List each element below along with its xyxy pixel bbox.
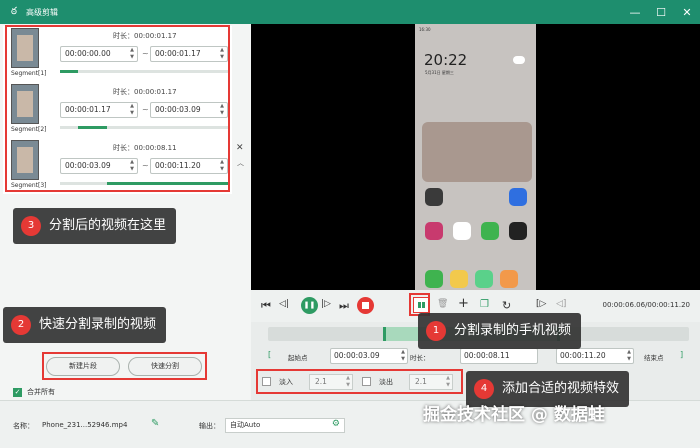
gear-icon[interactable]: ⚙ — [332, 418, 340, 431]
callout-number: 3 — [21, 216, 41, 236]
callout-1: 1 分割录制的手机视频 — [418, 313, 582, 349]
app-icon — [509, 188, 527, 206]
highlight-split-buttons — [42, 352, 207, 380]
add-icon[interactable]: + — [458, 296, 469, 311]
delete-icon[interactable]: 🗑 — [437, 299, 448, 309]
mark-in-icon[interactable]: [▷ — [536, 299, 546, 309]
scroll-up-icon[interactable]: ︿ — [237, 158, 244, 168]
pause-button[interactable]: ❚❚ — [301, 297, 318, 314]
callout-text: 分割后的视频在这里 — [49, 218, 167, 233]
edit-pencil-icon[interactable]: ✎ — [151, 418, 159, 429]
checkbox-checked-icon[interactable]: ✓ — [13, 387, 22, 397]
duration-field[interactable]: 00:00:08.11 — [460, 348, 538, 364]
callout-number: 1 — [426, 321, 446, 341]
callout-text: 添加合适的视频特效 — [502, 381, 620, 396]
start-bracket-icon[interactable]: [ — [268, 350, 271, 359]
end-bracket-icon[interactable]: ] — [680, 350, 683, 359]
app-icon — [500, 270, 518, 288]
start-time-field[interactable]: 00:00:03.09 ▲ ▼ — [330, 348, 408, 364]
highlight-fade-controls — [256, 369, 463, 394]
callout-number: 4 — [474, 379, 494, 399]
minimize-button[interactable]: — — [622, 0, 648, 24]
stop-record-button[interactable] — [357, 297, 374, 314]
end-label: 结束点 — [644, 354, 664, 362]
phone-widget — [422, 122, 532, 182]
app-icon — [425, 222, 443, 240]
phone-icon — [425, 270, 443, 288]
phone-statusbar: 16:30 — [419, 27, 431, 32]
step-forward-icon[interactable]: |▷ — [321, 299, 331, 309]
output-label: 输出： — [199, 422, 220, 430]
video-preview[interactable]: 16:30 20:22 5月31日 星期三 — [251, 24, 700, 290]
phone-date: 5月31日 星期三 — [425, 70, 454, 75]
callout-text: 分割录制的手机视频 — [454, 323, 572, 338]
app-icon — [425, 188, 443, 206]
app-icon — [481, 222, 499, 240]
callout-3: 3 分割后的视频在这里 — [13, 208, 177, 244]
mark-out-icon[interactable]: ◁] — [556, 299, 566, 309]
skip-start-icon[interactable]: ⏮ — [261, 299, 271, 313]
watermark: 掘金技术社区 @ 数据蛙 — [423, 405, 605, 425]
merge-all-checkbox[interactable]: ✓ 合并所有 — [13, 387, 55, 397]
trim-times-row: [ 起始点 00:00:03.09 ▲ ▼ 时长： 00:00:08.11 00:0… — [260, 348, 692, 366]
app-icon — [509, 222, 527, 240]
skip-end-icon[interactable]: ⏭ — [339, 299, 349, 313]
step-back-icon[interactable]: ◁| — [279, 299, 289, 309]
callout-2: 2 快速分割录制的视频 — [3, 307, 167, 343]
file-name-label: 名称： — [13, 422, 34, 430]
spinner-icon[interactable]: ▲ ▼ — [627, 349, 631, 363]
copy-icon[interactable]: ❐ — [480, 299, 489, 310]
reset-icon[interactable]: ↻ — [502, 299, 511, 312]
start-label: 起始点 — [288, 354, 308, 362]
file-name-value: Phone_231...52946.mp4 — [42, 421, 128, 429]
callout-number: 2 — [11, 315, 31, 335]
duration-label: 时长： — [410, 354, 430, 362]
title-bar: ఠ 高级剪辑 — ☐ ✕ — [0, 0, 700, 24]
spinner-icon[interactable]: ▲ ▼ — [401, 349, 405, 363]
phone-clock: 20:22 — [424, 51, 468, 69]
cloud-icon — [513, 56, 525, 64]
maximize-button[interactable]: ☐ — [648, 0, 674, 24]
app-logo-icon: ఠ — [11, 6, 17, 17]
merge-all-label: 合并所有 — [27, 388, 55, 396]
callout-text: 快速分割录制的视频 — [39, 317, 157, 332]
close-button[interactable]: ✕ — [674, 0, 700, 24]
end-time-field[interactable]: 00:00:11.20 ▲ ▼ — [556, 348, 634, 364]
app-icon — [450, 270, 468, 288]
app-icon — [475, 270, 493, 288]
highlight-segment-list — [5, 25, 230, 192]
phone-screen-frame: 16:30 20:22 5月31日 星期三 — [415, 24, 536, 290]
app-icon — [453, 222, 471, 240]
segment-close-icon[interactable]: ✕ — [236, 143, 244, 153]
playback-timecode: 00:00:06.06/00:00:11.20 — [602, 301, 691, 309]
window-title: 高级剪辑 — [26, 7, 58, 17]
window-controls: — ☐ ✕ — [622, 0, 700, 24]
output-path-field[interactable]: 自动Auto ⚙ — [225, 418, 345, 433]
